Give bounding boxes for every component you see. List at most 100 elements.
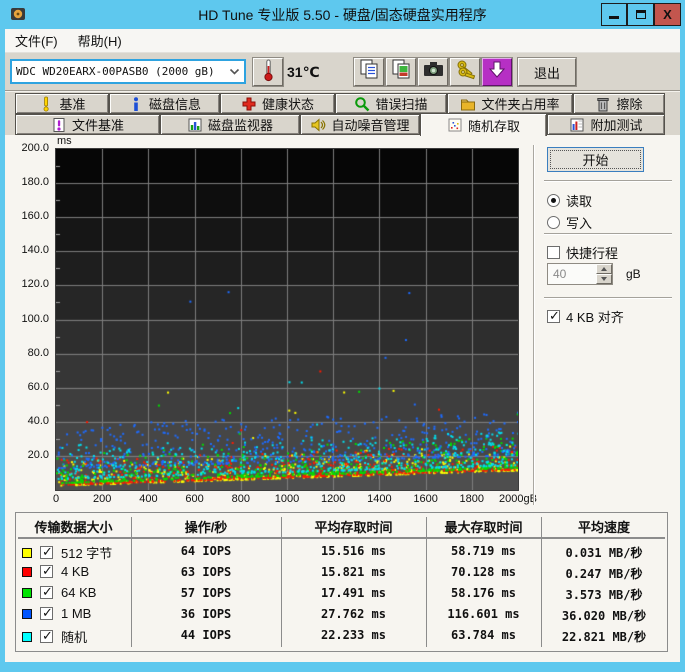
benchmark-icon [38, 96, 54, 112]
maximize-button[interactable] [627, 3, 654, 26]
table-cell: 15.821 ms [320, 565, 387, 579]
table-cell: 64 IOPS [180, 544, 232, 558]
read-radio-circle[interactable] [547, 194, 560, 207]
tab-随机存取[interactable]: 随机存取 [420, 113, 547, 136]
tab-磁盘信息[interactable]: 磁盘信息 [109, 93, 220, 114]
tab-label: 基准 [59, 97, 86, 112]
series-label: 4 KB [61, 564, 90, 579]
series-color-swatch [22, 547, 32, 558]
update-button[interactable] [482, 58, 512, 86]
short-stroke-checkbox[interactable] [547, 246, 560, 259]
x-axis-tick-label: 800 [231, 493, 250, 505]
tab-文件基准[interactable]: 文件基准 [15, 114, 160, 135]
series-label: 随机 [61, 630, 88, 645]
series-label: 1 MB [61, 606, 92, 621]
tab-文件夹占用率[interactable]: 文件夹占用率 [447, 93, 573, 114]
align-4kb-checkbox[interactable] [547, 308, 560, 324]
short-stroke-value: 40 [553, 267, 567, 281]
write-radio-circle[interactable] [547, 216, 560, 229]
copy-image-button[interactable] [386, 58, 416, 86]
minimize-button[interactable] [601, 3, 627, 26]
series-checkbox[interactable] [40, 563, 53, 579]
y-axis-tick-label: 160.0 [21, 210, 49, 223]
menu-bar: 文件(F) 帮助(H) [5, 29, 680, 53]
y-axis-tick-label: 80.0 [27, 346, 49, 359]
drive-select-dropdown[interactable]: WDC WD20EARX-00PASB0 (2000 gB) [10, 59, 246, 84]
menu-item-1[interactable]: 帮助(H) [68, 28, 132, 53]
x-axis-tick-label: 1400 [367, 493, 392, 505]
short-stroke-label: 快捷行程 [566, 246, 619, 261]
series-checkbox[interactable] [40, 605, 53, 621]
screenshot-button[interactable] [418, 58, 448, 86]
write-radio-label: 写入 [566, 216, 593, 231]
error-scan-icon [354, 96, 370, 112]
maximize-icon [635, 10, 646, 19]
x-axis-tick-label: 1600 [413, 493, 438, 505]
write-radio[interactable]: 写入 [547, 213, 592, 232]
chevron-down-icon [229, 63, 240, 81]
table-cell: 58.719 ms [450, 544, 517, 558]
window-title: HD Tune 专业版 5.50 - 硬盘/固态硬盘实用程序 [198, 7, 487, 23]
table-cell: 63 IOPS [180, 565, 232, 579]
x-axis-tick-label: 1000 [274, 493, 300, 505]
table-cell: 0.247 MB/秒 [565, 567, 643, 581]
tab-错误扫描[interactable]: 错误扫描 [335, 93, 447, 114]
y-axis-tick-label: 100.0 [21, 312, 49, 325]
copy-text-icon [358, 58, 381, 86]
x-axis-tick-label: 400 [139, 493, 158, 505]
tab-擦除[interactable]: 擦除 [573, 93, 665, 114]
tab-健康状态[interactable]: 健康状态 [220, 93, 335, 114]
table-cell: 57 IOPS [180, 586, 232, 600]
copy-text-button[interactable] [354, 58, 384, 86]
tab-附加测试[interactable]: 附加测试 [547, 114, 665, 135]
scatter-plot-canvas [55, 148, 519, 491]
tab-label: 文件夹占用率 [481, 97, 560, 112]
tab-label: 随机存取 [467, 118, 520, 134]
start-button[interactable]: 开始 [547, 147, 644, 172]
series-checkbox[interactable] [40, 628, 53, 644]
tab-自动噪音管理[interactable]: 自动噪音管理 [300, 114, 420, 135]
separator [544, 180, 672, 182]
spinner-down-button[interactable] [596, 274, 612, 284]
short-stroke-unit-label: gB [626, 267, 641, 281]
drive-select-value: WDC WD20EARX-00PASB0 (2000 gB) [16, 65, 215, 78]
menu-item-0[interactable]: 文件(F) [5, 28, 68, 53]
test-controls: 开始 读取 写入 快捷行程 40 gB ✓ 4 KB 对齐 [538, 135, 680, 510]
keys-icon [454, 58, 477, 86]
tab-磁盘监视器[interactable]: 磁盘监视器 [160, 114, 300, 135]
align-checkbox-row[interactable]: 4 KB 对齐 [547, 307, 624, 326]
y-axis-tick-label: 60.0 [27, 380, 49, 393]
short-stroke-checkbox-row[interactable]: 快捷行程 [547, 243, 618, 262]
exit-button[interactable]: 退出 [518, 58, 576, 86]
tab-label: 磁盘信息 [148, 97, 201, 112]
table-cell: 27.762 ms [320, 607, 387, 621]
tab-基准[interactable]: 基准 [15, 93, 109, 114]
tab-label: 错误扫描 [375, 97, 428, 112]
table-cell: 15.516 ms [320, 544, 387, 558]
table-cell: 44 IOPS [180, 628, 232, 642]
table-cell: 63.784 ms [450, 628, 517, 642]
align-4kb-label: 4 KB 对齐 [566, 310, 624, 325]
short-stroke-spinner[interactable]: 40 [547, 263, 613, 285]
table-cell: 70.128 ms [450, 565, 517, 579]
thermometer-icon [262, 58, 275, 87]
table-cell: 58.176 ms [450, 586, 517, 600]
table-cell: 116.601 ms [447, 607, 520, 621]
y-axis-tick-label: 120.0 [21, 278, 49, 291]
spinner-up-button[interactable] [596, 264, 612, 274]
x-axis-tick-label: 1200 [320, 493, 346, 505]
read-radio[interactable]: 读取 [547, 191, 592, 210]
tab-label: 附加测试 [590, 118, 643, 133]
chevron-up-icon [601, 267, 607, 271]
register-button[interactable] [450, 58, 480, 86]
close-button[interactable]: X [654, 3, 681, 26]
temperature-button[interactable] [253, 58, 283, 86]
y-axis-tick-label: 40.0 [27, 414, 49, 427]
random-access-chart: ms 20.0 40.0 60.0 80.0 100.0 120.0 140.0 160.0 1… [5, 135, 545, 510]
table-row-legend: 1 MB [22, 605, 92, 621]
series-checkbox[interactable] [40, 584, 53, 600]
series-checkbox[interactable] [40, 544, 53, 560]
x-axis-tick-label: 600 [185, 493, 204, 505]
tab-row-2: 文件基准 磁盘监视器 自动噪音管理 随机存取 附加测试 [15, 113, 665, 136]
results-table: 传输数据大小 操作/秒 平均存取时间 最大存取时间 平均速度 512 字节 64 IOPS 1… [15, 512, 668, 652]
